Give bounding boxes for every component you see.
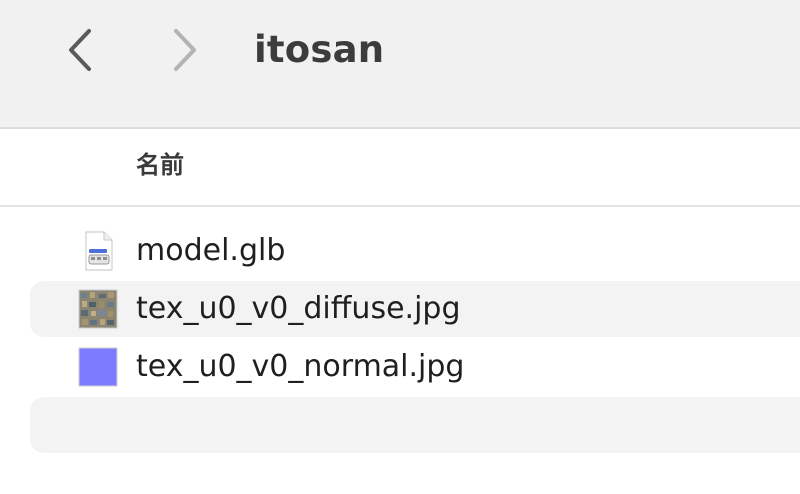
window-title: itosan	[254, 28, 385, 71]
chevron-left-icon	[69, 29, 91, 71]
image-thumbnail-icon	[78, 289, 118, 329]
file-name: tex_u0_v0_diffuse.jpg	[136, 291, 461, 326]
image-thumbnail-icon	[78, 347, 118, 387]
chevron-right-icon	[174, 29, 196, 71]
column-header-name[interactable]: 名前	[136, 149, 184, 181]
file-row[interactable]: model.glb	[30, 223, 800, 279]
file-row[interactable]: tex_u0_v0_normal.jpg	[30, 339, 800, 395]
back-button[interactable]	[60, 22, 100, 78]
file-list: model.glb tex_u0_v0_diffuse.jpg tex_u0_v…	[0, 207, 800, 494]
finder-window: itosan 名前 model.glb tex_u0_v0_diffuse.jp…	[0, 0, 800, 494]
column-header-bar: 名前	[0, 129, 800, 207]
toolbar: itosan	[0, 0, 800, 129]
file-name: tex_u0_v0_normal.jpg	[136, 349, 465, 384]
file-name: model.glb	[136, 233, 286, 268]
file-row[interactable]: tex_u0_v0_diffuse.jpg	[30, 281, 800, 337]
empty-row	[30, 397, 800, 453]
forward-button[interactable]	[165, 22, 205, 78]
document-icon	[85, 231, 113, 271]
